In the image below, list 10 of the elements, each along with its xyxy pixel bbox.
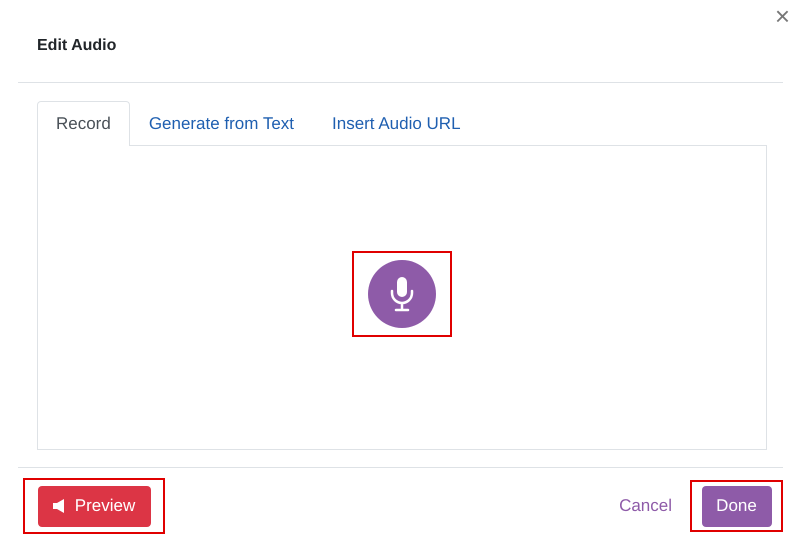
tab[interactable]: Insert Audio URL xyxy=(313,101,480,146)
cancel-link[interactable]: Cancel xyxy=(613,495,678,517)
close-button[interactable]: × xyxy=(770,2,794,31)
speaker-icon xyxy=(52,499,65,513)
done-button[interactable]: Done xyxy=(702,486,772,526)
tab[interactable]: Record xyxy=(37,101,130,146)
microphone-icon xyxy=(389,274,415,312)
dialog-title: Edit Audio xyxy=(37,37,118,55)
preview-button[interactable]: Preview xyxy=(38,486,150,526)
tab[interactable]: Generate from Text xyxy=(130,101,314,146)
